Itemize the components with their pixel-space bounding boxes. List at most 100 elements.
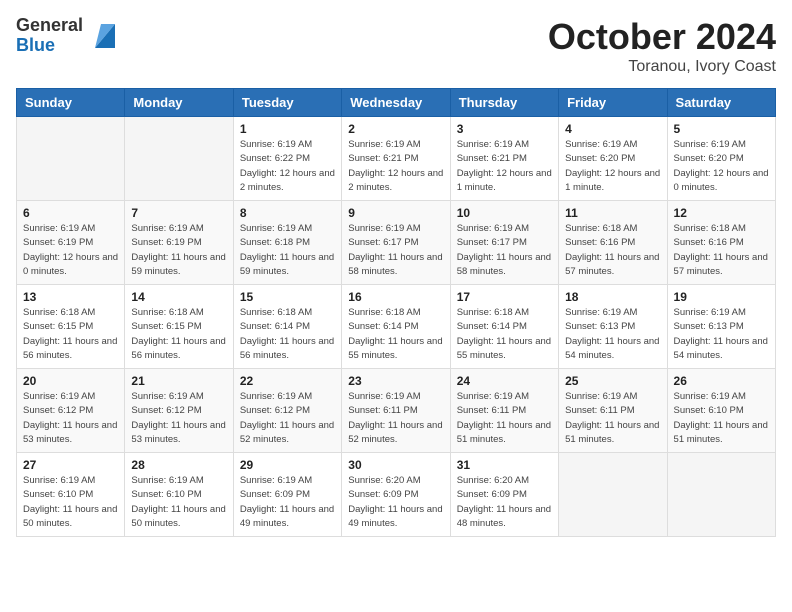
day-info: Sunrise: 6:18 AMSunset: 6:14 PMDaylight:…	[348, 306, 443, 363]
calendar-cell: 2 Sunrise: 6:19 AMSunset: 6:21 PMDaylight…	[342, 117, 450, 201]
day-number: 1	[240, 122, 335, 136]
day-number: 18	[565, 290, 660, 304]
calendar-cell: 15Sunrise: 6:18 AMSunset: 6:14 PMDayligh…	[233, 285, 341, 369]
page-header: General Blue October 2024 Toranou, Ivory…	[16, 16, 776, 76]
calendar-table: SundayMondayTuesdayWednesdayThursdayFrid…	[16, 88, 776, 537]
calendar-cell: 29Sunrise: 6:19 AMSunset: 6:09 PMDayligh…	[233, 453, 341, 537]
day-number: 26	[674, 374, 769, 388]
day-number: 8	[240, 206, 335, 220]
day-number: 4	[565, 122, 660, 136]
calendar-title: October 2024	[548, 16, 776, 58]
day-info: Sunrise: 6:19 AMSunset: 6:12 PMDaylight:…	[240, 390, 335, 447]
day-number: 17	[457, 290, 552, 304]
logo-icon	[87, 20, 119, 52]
logo-line1: General	[16, 16, 83, 36]
calendar-cell: 16 Sunrise: 6:18 AMSunset: 6:14 PMDayligh…	[342, 285, 450, 369]
day-info: Sunrise: 6:18 AMSunset: 6:16 PMDaylight:…	[565, 222, 660, 279]
day-number: 24	[457, 374, 552, 388]
day-number: 2	[348, 122, 443, 136]
calendar-day-header: Tuesday	[233, 89, 341, 117]
calendar-cell: 28 Sunrise: 6:19 AMSunset: 6:10 PMDayligh…	[125, 453, 233, 537]
calendar-day-header: Thursday	[450, 89, 558, 117]
logo-text: General Blue	[16, 16, 83, 56]
day-info: Sunrise: 6:20 AMSunset: 6:09 PMDaylight:…	[348, 474, 443, 531]
day-info: Sunrise: 6:19 AMSunset: 6:17 PMDaylight:…	[457, 222, 552, 279]
calendar-cell: 31 Sunrise: 6:20 AMSunset: 6:09 PMDayligh…	[450, 453, 558, 537]
day-number: 27	[23, 458, 118, 472]
calendar-cell: 21 Sunrise: 6:19 AMSunset: 6:12 PMDayligh…	[125, 369, 233, 453]
calendar-cell	[667, 453, 775, 537]
calendar-cell: 17 Sunrise: 6:18 AMSunset: 6:14 PMDayligh…	[450, 285, 558, 369]
day-number: 21	[131, 374, 226, 388]
calendar-header-row: SundayMondayTuesdayWednesdayThursdayFrid…	[17, 89, 776, 117]
day-number: 19	[674, 290, 769, 304]
logo: General Blue	[16, 16, 119, 56]
calendar-day-header: Friday	[559, 89, 667, 117]
calendar-week-row: 1 Sunrise: 6:19 AMSunset: 6:22 PMDaylight…	[17, 117, 776, 201]
calendar-cell: 14 Sunrise: 6:18 AMSunset: 6:15 PMDayligh…	[125, 285, 233, 369]
calendar-day-header: Sunday	[17, 89, 125, 117]
calendar-cell: 13Sunrise: 6:18 AMSunset: 6:15 PMDayligh…	[17, 285, 125, 369]
calendar-cell: 19Sunrise: 6:19 AMSunset: 6:13 PMDayligh…	[667, 285, 775, 369]
day-number: 12	[674, 206, 769, 220]
calendar-cell: 6Sunrise: 6:19 AMSunset: 6:19 PMDaylight…	[17, 201, 125, 285]
day-number: 16	[348, 290, 443, 304]
day-number: 7	[131, 206, 226, 220]
calendar-cell: 9Sunrise: 6:19 AMSunset: 6:17 PMDaylight…	[342, 201, 450, 285]
day-number: 14	[131, 290, 226, 304]
calendar-cell: 30 Sunrise: 6:20 AMSunset: 6:09 PMDayligh…	[342, 453, 450, 537]
day-number: 23	[348, 374, 443, 388]
day-number: 11	[565, 206, 660, 220]
calendar-cell: 12Sunrise: 6:18 AMSunset: 6:16 PMDayligh…	[667, 201, 775, 285]
calendar-day-header: Monday	[125, 89, 233, 117]
calendar-cell: 26 Sunrise: 6:19 AMSunset: 6:10 PMDayligh…	[667, 369, 775, 453]
calendar-day-header: Saturday	[667, 89, 775, 117]
day-number: 30	[348, 458, 443, 472]
calendar-cell	[17, 117, 125, 201]
day-info: Sunrise: 6:19 AMSunset: 6:21 PMDaylight:…	[457, 138, 552, 195]
day-number: 5	[674, 122, 769, 136]
day-info: Sunrise: 6:19 AMSunset: 6:09 PMDaylight:…	[240, 474, 335, 531]
day-info: Sunrise: 6:19 AMSunset: 6:10 PMDaylight:…	[131, 474, 226, 531]
day-info: Sunrise: 6:18 AMSunset: 6:15 PMDaylight:…	[131, 306, 226, 363]
day-info: Sunrise: 6:20 AMSunset: 6:09 PMDaylight:…	[457, 474, 552, 531]
day-info: Sunrise: 6:19 AMSunset: 6:10 PMDaylight:…	[23, 474, 118, 531]
day-number: 10	[457, 206, 552, 220]
day-info: Sunrise: 6:19 AMSunset: 6:18 PMDaylight:…	[240, 222, 335, 279]
logo-line2: Blue	[16, 36, 83, 56]
day-info: Sunrise: 6:19 AMSunset: 6:20 PMDaylight:…	[674, 138, 769, 195]
day-number: 20	[23, 374, 118, 388]
calendar-subtitle: Toranou, Ivory Coast	[548, 58, 776, 76]
calendar-cell: 25 Sunrise: 6:19 AMSunset: 6:11 PMDayligh…	[559, 369, 667, 453]
day-info: Sunrise: 6:19 AMSunset: 6:19 PMDaylight:…	[23, 222, 118, 279]
calendar-cell: 5 Sunrise: 6:19 AMSunset: 6:20 PMDaylight…	[667, 117, 775, 201]
day-info: Sunrise: 6:19 AMSunset: 6:20 PMDaylight:…	[565, 138, 660, 195]
title-block: October 2024 Toranou, Ivory Coast	[548, 16, 776, 76]
calendar-cell: 3Sunrise: 6:19 AMSunset: 6:21 PMDaylight…	[450, 117, 558, 201]
day-info: Sunrise: 6:18 AMSunset: 6:14 PMDaylight:…	[457, 306, 552, 363]
day-info: Sunrise: 6:19 AMSunset: 6:10 PMDaylight:…	[674, 390, 769, 447]
calendar-cell: 18Sunrise: 6:19 AMSunset: 6:13 PMDayligh…	[559, 285, 667, 369]
calendar-day-header: Wednesday	[342, 89, 450, 117]
calendar-week-row: 27 Sunrise: 6:19 AMSunset: 6:10 PMDayligh…	[17, 453, 776, 537]
calendar-cell: 10 Sunrise: 6:19 AMSunset: 6:17 PMDayligh…	[450, 201, 558, 285]
calendar-cell: 20Sunrise: 6:19 AMSunset: 6:12 PMDayligh…	[17, 369, 125, 453]
day-info: Sunrise: 6:19 AMSunset: 6:12 PMDaylight:…	[131, 390, 226, 447]
calendar-cell	[559, 453, 667, 537]
day-number: 31	[457, 458, 552, 472]
calendar-cell: 11 Sunrise: 6:18 AMSunset: 6:16 PMDayligh…	[559, 201, 667, 285]
day-info: Sunrise: 6:19 AMSunset: 6:21 PMDaylight:…	[348, 138, 443, 195]
day-number: 25	[565, 374, 660, 388]
day-info: Sunrise: 6:19 AMSunset: 6:11 PMDaylight:…	[457, 390, 552, 447]
calendar-cell: 7 Sunrise: 6:19 AMSunset: 6:19 PMDaylight…	[125, 201, 233, 285]
calendar-cell: 24 Sunrise: 6:19 AMSunset: 6:11 PMDayligh…	[450, 369, 558, 453]
day-info: Sunrise: 6:19 AMSunset: 6:19 PMDaylight:…	[131, 222, 226, 279]
calendar-cell: 4 Sunrise: 6:19 AMSunset: 6:20 PMDaylight…	[559, 117, 667, 201]
calendar-cell: 22Sunrise: 6:19 AMSunset: 6:12 PMDayligh…	[233, 369, 341, 453]
calendar-week-row: 6Sunrise: 6:19 AMSunset: 6:19 PMDaylight…	[17, 201, 776, 285]
day-number: 28	[131, 458, 226, 472]
calendar-cell: 27 Sunrise: 6:19 AMSunset: 6:10 PMDayligh…	[17, 453, 125, 537]
calendar-cell: 23Sunrise: 6:19 AMSunset: 6:11 PMDayligh…	[342, 369, 450, 453]
day-info: Sunrise: 6:19 AMSunset: 6:22 PMDaylight:…	[240, 138, 335, 195]
day-info: Sunrise: 6:19 AMSunset: 6:11 PMDaylight:…	[565, 390, 660, 447]
